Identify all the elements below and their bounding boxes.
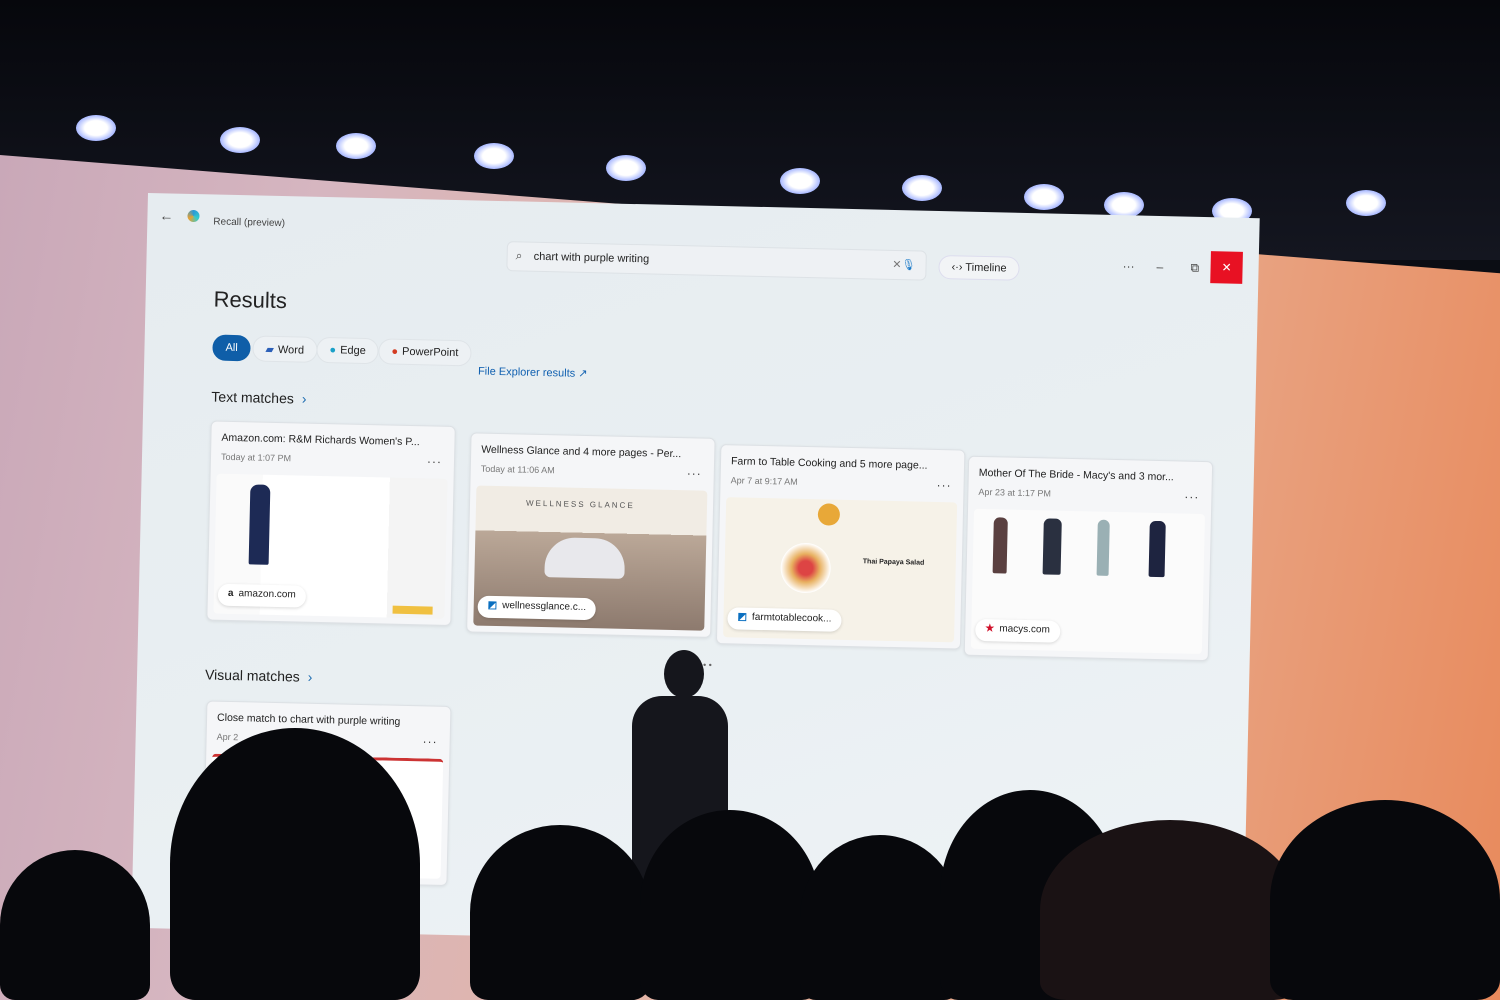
audience-member <box>800 835 960 1000</box>
product-image <box>248 484 271 565</box>
more-options-button[interactable]: ··· <box>1122 259 1134 273</box>
recall-icon <box>187 209 200 223</box>
add-to-cart-graphic <box>392 605 433 615</box>
site-badge: a amazon.com <box>217 583 306 608</box>
card-time: Apr 23 at 1:17 PM <box>978 486 1052 499</box>
more-icon[interactable]: ··· <box>1184 490 1199 504</box>
close-button[interactable]: ✕ <box>1210 251 1243 284</box>
audience-member <box>470 825 650 1000</box>
result-card[interactable]: Wellness Glance and 4 more pages - Per..… <box>466 432 716 638</box>
audience-member <box>0 850 150 1000</box>
timeline-button[interactable]: ‹·› Timeline <box>938 254 1020 281</box>
section-title: Text matches <box>211 388 295 407</box>
site-name: wellnessglance.c... <box>502 600 587 614</box>
card-title: Wellness Glance and 4 more pages - Per..… <box>481 443 682 461</box>
site-name: macys.com <box>999 623 1050 636</box>
result-card[interactable]: Amazon.com: R&M Richards Women's P... To… <box>206 420 456 626</box>
dress-image <box>992 517 1008 574</box>
minimize-button[interactable]: – <box>1156 260 1163 274</box>
filter-label: Word <box>277 343 305 357</box>
stage-light <box>336 133 376 159</box>
search-icon: ⌕ <box>515 248 523 263</box>
edge-icon: ● <box>329 344 337 357</box>
card-title: Close match to chart with purple writing <box>216 711 401 728</box>
microphone-icon[interactable]: 🎙 <box>901 258 915 271</box>
chicken-logo <box>817 503 841 526</box>
chevron-right-icon: › <box>307 668 313 685</box>
card-title: Farm to Table Cooking and 5 more page... <box>730 455 928 472</box>
card-time: Apr 2 <box>216 731 239 743</box>
stage-light <box>780 168 820 194</box>
filter-all[interactable]: All <box>212 334 252 362</box>
search-value: chart with purple writing <box>533 250 650 266</box>
text-matches-header[interactable]: Text matches › <box>211 388 306 406</box>
stage-light <box>220 127 260 153</box>
audience-member <box>170 728 420 1000</box>
more-icon[interactable]: ··· <box>427 454 442 468</box>
stage-light <box>76 115 116 141</box>
site-name: amazon.com <box>238 588 296 601</box>
stage-light <box>474 143 514 169</box>
stage-light <box>1024 184 1064 210</box>
filter-edge[interactable]: ● Edge <box>316 336 380 365</box>
word-icon: ▰ <box>265 343 275 356</box>
search-input[interactable]: ⌕ chart with purple writing ✕ 🎙 <box>506 241 927 281</box>
result-card[interactable]: Farm to Table Cooking and 5 more page...… <box>715 444 966 650</box>
macys-icon: ★ <box>985 623 995 635</box>
site-badge: ◩ wellnessglance.c... <box>477 595 597 621</box>
filter-label: Edge <box>339 344 366 357</box>
site-icon: ◩ <box>487 599 498 612</box>
card-time: Today at 11:06 AM <box>480 463 555 476</box>
site-badge: ★ macys.com <box>975 618 1061 643</box>
stage-light <box>1346 190 1386 216</box>
site-icon: ◩ <box>737 611 748 623</box>
food-image <box>780 542 832 594</box>
page-title: Results <box>213 286 288 314</box>
back-button[interactable]: ← <box>159 207 173 223</box>
card-time: Today at 1:07 PM <box>220 451 292 464</box>
stage-light <box>902 175 942 201</box>
result-card[interactable]: Mother Of The Bride - Macy's and 3 mor..… <box>963 455 1214 662</box>
filter-word[interactable]: ▰ Word <box>252 335 318 363</box>
more-icon[interactable]: ··· <box>422 734 437 748</box>
audience-member <box>1040 820 1300 1000</box>
card-title: Amazon.com: R&M Richards Women's P... <box>221 431 420 449</box>
more-icon[interactable]: ··· <box>687 466 702 480</box>
site-name: farmtotablecook... <box>751 611 832 625</box>
powerpoint-icon: ● <box>391 345 399 358</box>
dress-image <box>1042 518 1062 575</box>
stage-light <box>606 155 646 181</box>
more-icon[interactable]: ··· <box>936 478 951 492</box>
site-badge: ◩ farmtotablecook... <box>727 607 842 632</box>
file-explorer-results-link[interactable]: File Explorer results ↗ <box>478 365 588 380</box>
filter-label: PowerPoint <box>401 345 459 360</box>
window-title: Recall (preview) <box>213 216 286 230</box>
dress-image <box>1096 519 1110 576</box>
thumbnail-heading: Thai Papaya Salad <box>862 558 925 567</box>
restore-button[interactable]: ⧉ <box>1190 261 1199 276</box>
section-title: Visual matches <box>204 666 300 685</box>
audience-member <box>640 810 820 1000</box>
chevron-right-icon: › <box>301 390 307 407</box>
visual-matches-header[interactable]: Visual matches › <box>205 666 313 684</box>
amazon-icon: a <box>227 587 234 600</box>
person-image <box>544 537 626 579</box>
audience-member <box>1270 800 1500 1000</box>
card-time: Apr 7 at 9:17 AM <box>730 475 798 487</box>
card-title: Mother Of The Bride - Macy's and 3 mor..… <box>978 466 1174 484</box>
timeline-label: Timeline <box>965 261 1007 275</box>
thumbnail-heading: WELLNESS GLANCE <box>525 498 635 511</box>
clear-search-button[interactable]: ✕ <box>892 258 902 271</box>
filter-powerpoint[interactable]: ● PowerPoint <box>378 338 472 367</box>
dress-image <box>1148 520 1166 578</box>
